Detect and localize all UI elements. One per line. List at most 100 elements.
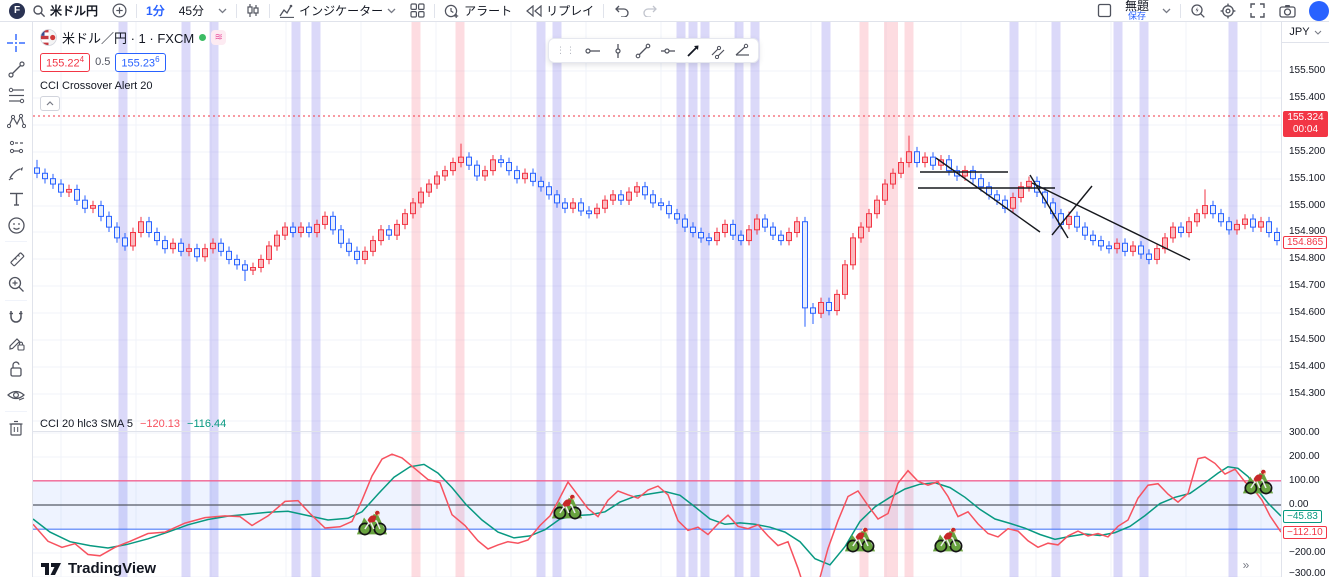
axis-tick-label: 155.400	[1289, 92, 1325, 103]
ask-price-box[interactable]: 155.236	[115, 53, 165, 72]
horizontal-line-tool[interactable]	[580, 40, 605, 61]
gear-icon	[1220, 3, 1236, 19]
candlestick-icon	[246, 3, 260, 18]
layout-grid-icon	[410, 3, 425, 18]
screenshot-button[interactable]	[1272, 0, 1303, 21]
horizontal-ray-tool[interactable]	[655, 40, 680, 61]
settings-button[interactable]	[1213, 0, 1243, 21]
redo-button[interactable]	[636, 0, 666, 21]
angle-trend-tool[interactable]	[730, 40, 755, 61]
axis-tick-label: 100.00	[1289, 475, 1320, 486]
measure-tool-button[interactable]	[3, 245, 29, 271]
replay-rewind-icon	[526, 5, 542, 17]
smiley-icon	[7, 216, 26, 235]
axis-tick-label: −200.00	[1289, 547, 1325, 558]
magnet-icon	[7, 308, 25, 326]
axis-tick-label: 155.200	[1289, 146, 1325, 157]
layout-select-button[interactable]	[1090, 0, 1119, 21]
crosshair-tool-button[interactable]	[3, 30, 29, 56]
mountain-biker-emoji	[933, 526, 963, 551]
drawing-mode-lock-button[interactable]	[3, 330, 29, 356]
camera-icon	[1279, 4, 1296, 18]
emoji-tool-button[interactable]	[3, 212, 29, 238]
market-status-dot[interactable]	[199, 34, 206, 41]
fullscreen-icon	[1250, 3, 1265, 18]
currency-pair-flag-icon	[40, 29, 57, 46]
pane-separator[interactable]	[33, 431, 1282, 432]
alert-clock-icon	[444, 3, 460, 19]
indicator-legend[interactable]: CCI Crossover Alert 20	[40, 80, 226, 92]
price-axis[interactable]: JPY 155.500155.400155.200155.100155.0001…	[1281, 22, 1329, 577]
trend-line-tool-button[interactable]	[3, 56, 29, 82]
zoom-in-tool-button[interactable]	[3, 271, 29, 297]
toolbar-separator	[603, 4, 604, 18]
trend-line-tool[interactable]	[630, 40, 655, 61]
unlock-icon	[8, 360, 24, 378]
trash-icon	[8, 419, 24, 437]
pattern-tool-button[interactable]	[3, 108, 29, 134]
account-avatar[interactable]: F	[9, 3, 25, 19]
interval-button-1m[interactable]: 1分	[139, 0, 172, 21]
axis-tick-label: 300.00	[1289, 427, 1320, 438]
legend-collapse-button[interactable]	[40, 96, 60, 111]
toolbar-separator	[269, 4, 270, 18]
toolbar-separator	[136, 4, 137, 18]
toolbar-separator	[434, 4, 435, 18]
user-avatar[interactable]	[1309, 1, 1329, 21]
hide-all-drawings-button[interactable]	[3, 382, 29, 408]
eye-icon	[6, 387, 26, 403]
search-icon	[32, 4, 46, 18]
drag-handle[interactable]: ⋮⋮	[552, 45, 580, 56]
magnet-tool-button[interactable]	[3, 304, 29, 330]
symbol-name: 米ドル円	[50, 2, 98, 19]
active-alert-icon[interactable]: ≋	[211, 30, 226, 45]
quick-search-icon	[1190, 3, 1206, 19]
compare-add-button[interactable]	[105, 0, 134, 21]
alert-button[interactable]: アラート	[437, 0, 519, 21]
vertical-line-tool[interactable]	[605, 40, 630, 61]
xabcd-pattern-icon	[7, 113, 26, 130]
cci-legend[interactable]: CCI 20 hlc3 SMA 5 −120.13 −116.44	[40, 418, 226, 430]
undo-button[interactable]	[606, 0, 636, 21]
remove-drawings-button[interactable]	[3, 415, 29, 441]
fullscreen-button[interactable]	[1243, 0, 1272, 21]
arrow-tool-selected[interactable]	[680, 40, 705, 61]
chevron-down-icon	[1162, 8, 1171, 14]
candlestick-series	[35, 136, 1280, 327]
cci-title: CCI 20 hlc3 SMA 5	[40, 418, 133, 430]
tradingview-mark-icon	[40, 561, 62, 577]
quick-search-button[interactable]	[1183, 0, 1213, 21]
layout-dropdown-button[interactable]	[1155, 0, 1178, 21]
symbol-search-button[interactable]: 米ドル円	[25, 0, 105, 21]
save-link[interactable]: 保存	[1128, 11, 1146, 21]
trend-line-icon	[7, 60, 26, 79]
interval-button-45m[interactable]: 45分	[172, 0, 211, 21]
prediction-tool-button[interactable]	[3, 134, 29, 160]
replay-button[interactable]: リプレイ	[519, 0, 601, 21]
axis-tick-label: 154.800	[1289, 253, 1325, 264]
text-tool-button[interactable]	[3, 186, 29, 212]
layout-name-button[interactable]: 無題 保存	[1119, 1, 1155, 21]
indicators-icon	[279, 4, 295, 18]
redo-icon	[643, 4, 659, 17]
currency-selector[interactable]: JPY	[1282, 22, 1329, 43]
pane-collapse-button[interactable]: »	[1236, 557, 1256, 573]
lock-all-drawings-button[interactable]	[3, 356, 29, 382]
chart-type-button[interactable]	[239, 0, 267, 21]
axis-tick-label: 154.700	[1289, 280, 1325, 291]
indicator-templates-button[interactable]	[403, 0, 432, 21]
bid-price-box[interactable]: 155.224	[40, 53, 90, 72]
tradingview-logo[interactable]: TradingView	[40, 560, 156, 577]
axis-tick-label: 154.500	[1289, 334, 1325, 345]
chevron-down-icon	[387, 8, 396, 14]
indicators-button[interactable]: インジケーター	[272, 0, 403, 21]
fib-retracement-tool-button[interactable]	[3, 82, 29, 108]
symbol-title[interactable]: 米ドル／円 · 1 · FXCM	[62, 28, 194, 47]
chevron-down-icon	[218, 8, 227, 14]
interval-dropdown-button[interactable]	[211, 0, 234, 21]
axis-tick-label: 155.000	[1289, 200, 1325, 211]
brush-tool-button[interactable]	[3, 160, 29, 186]
cci-value: −120.13	[140, 418, 180, 430]
parallel-channel-tool[interactable]	[705, 40, 730, 61]
axis-tick-label: 0.00	[1289, 499, 1308, 510]
